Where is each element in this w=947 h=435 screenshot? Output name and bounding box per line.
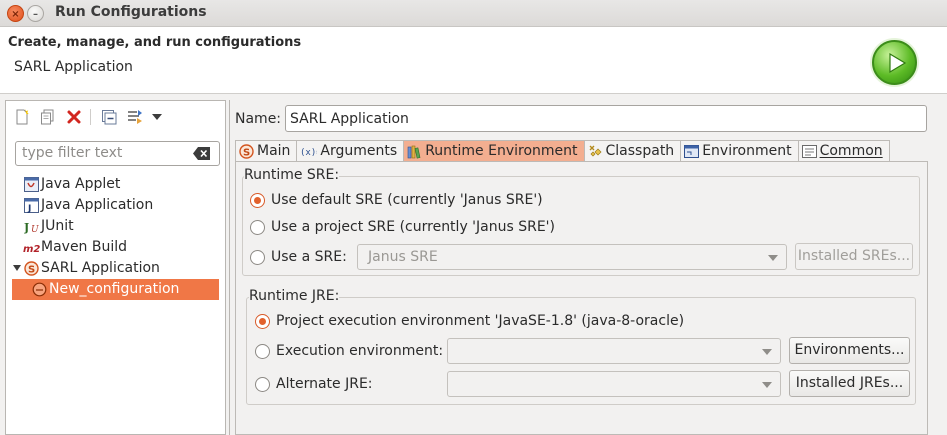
configuration-tree: Java Applet J Java Application JU JUnit …	[6, 174, 225, 300]
execution-environment-combo[interactable]	[447, 338, 781, 364]
tab-common[interactable]: Common	[797, 140, 890, 161]
radio-button[interactable]	[255, 313, 270, 329]
minimize-window-button[interactable]: –	[27, 5, 44, 22]
java-applet-icon	[24, 177, 39, 192]
svg-text:m2: m2	[23, 244, 40, 255]
tree-item-java-applet[interactable]: Java Applet	[6, 174, 225, 195]
delete-configuration-icon[interactable]	[64, 107, 84, 127]
expand-chevron-down-icon[interactable]	[13, 265, 21, 271]
configuration-editor-panel: Name: S Main (x)= Arguments Runtime Envi…	[229, 100, 947, 435]
use-specific-sre-radio[interactable]: Use a SRE:	[250, 247, 347, 267]
toolbar-separator	[90, 109, 91, 125]
duplicate-configuration-icon[interactable]	[38, 107, 58, 127]
common-icon	[801, 144, 817, 159]
svg-text:J: J	[27, 204, 31, 213]
alternate-jre-radio[interactable]: Alternate JRE:	[255, 374, 373, 394]
classpath-icon	[588, 144, 603, 159]
tree-item-java-application[interactable]: J Java Application	[6, 195, 225, 216]
project-execution-environment-radio[interactable]: Project execution environment 'JavaSE-1.…	[255, 311, 684, 331]
sre-combo[interactable]: Janus SRE	[357, 244, 787, 270]
tree-item-maven-build[interactable]: m2 Maven Build	[6, 237, 225, 258]
tab-main[interactable]: S Main	[235, 140, 297, 161]
sarl-config-icon	[32, 282, 47, 297]
runtime-sre-title: Runtime SRE:	[244, 167, 340, 183]
junit-icon: JU	[23, 219, 39, 235]
name-label: Name:	[235, 111, 282, 127]
environment-icon	[684, 144, 700, 159]
new-configuration-icon[interactable]	[12, 107, 32, 127]
library-icon	[407, 144, 422, 159]
tab-runtime-environment[interactable]: Runtime Environment	[403, 140, 584, 161]
filter-input[interactable]	[22, 142, 187, 164]
tab-arguments[interactable]: (x)= Arguments	[296, 140, 404, 161]
title-bar: × – Run Configurations	[0, 0, 947, 27]
execution-environment-radio[interactable]: Execution environment:	[255, 341, 443, 361]
radio-button[interactable]	[250, 219, 265, 235]
view-menu-chevron-down-icon[interactable]	[151, 107, 163, 127]
environments-button[interactable]: Environments...	[789, 337, 910, 364]
svg-text:U: U	[31, 225, 39, 234]
tree-item-junit[interactable]: JU JUnit	[6, 216, 225, 237]
chevron-down-icon	[762, 349, 772, 355]
filter-configurations-icon[interactable]	[125, 107, 145, 127]
alternate-jre-combo[interactable]	[447, 371, 781, 397]
collapse-all-icon[interactable]	[99, 107, 119, 127]
svg-text:J: J	[24, 221, 29, 234]
name-input[interactable]	[285, 105, 927, 132]
chevron-down-icon	[768, 255, 778, 261]
runtime-environment-tab-content: Runtime SRE: Use default SRE (currently …	[235, 161, 928, 435]
close-window-button[interactable]: ×	[7, 5, 24, 22]
use-default-sre-radio[interactable]: Use default SRE (currently 'Janus SRE')	[250, 190, 543, 210]
runtime-jre-title: Runtime JRE:	[249, 288, 340, 304]
radio-button[interactable]	[255, 376, 270, 392]
dialog-header: Create, manage, and run configurations S…	[0, 27, 947, 94]
use-project-sre-radio[interactable]: Use a project SRE (currently 'Janus SRE'…	[250, 217, 555, 237]
header-title: Create, manage, and run configurations	[8, 35, 302, 50]
tab-environment[interactable]: Environment	[680, 140, 798, 161]
installed-sres-button[interactable]: Installed SREs...	[795, 243, 913, 270]
clear-filter-icon[interactable]	[193, 147, 211, 164]
svg-text:S: S	[28, 265, 35, 276]
config-toolbar	[12, 107, 169, 127]
filter-field[interactable]	[15, 141, 220, 166]
window-title: Run Configurations	[55, 4, 207, 20]
svg-text:S: S	[243, 147, 250, 158]
java-application-icon: J	[24, 198, 39, 214]
run-icon	[872, 40, 917, 85]
installed-jres-button[interactable]: Installed JREs...	[789, 370, 910, 397]
tree-item-new-configuration[interactable]: New_configuration	[12, 279, 219, 300]
configuration-tabs: S Main (x)= Arguments Runtime Environmen…	[235, 140, 890, 161]
header-subtitle: SARL Application	[14, 59, 133, 75]
radio-button[interactable]	[255, 343, 270, 359]
sarl-icon: S	[239, 143, 254, 159]
svg-text:(x)=: (x)=	[300, 148, 317, 158]
tree-item-sarl-application[interactable]: S SARL Application	[6, 258, 225, 279]
radio-button[interactable]	[250, 249, 265, 265]
configuration-list-panel: Java Applet J Java Application JU JUnit …	[5, 100, 226, 435]
maven-icon: m2	[23, 240, 40, 255]
chevron-down-icon	[762, 382, 772, 388]
sarl-icon: S	[24, 261, 39, 276]
radio-button[interactable]	[250, 192, 265, 208]
arguments-icon: (x)=	[300, 144, 317, 159]
tab-classpath[interactable]: Classpath	[583, 140, 681, 161]
